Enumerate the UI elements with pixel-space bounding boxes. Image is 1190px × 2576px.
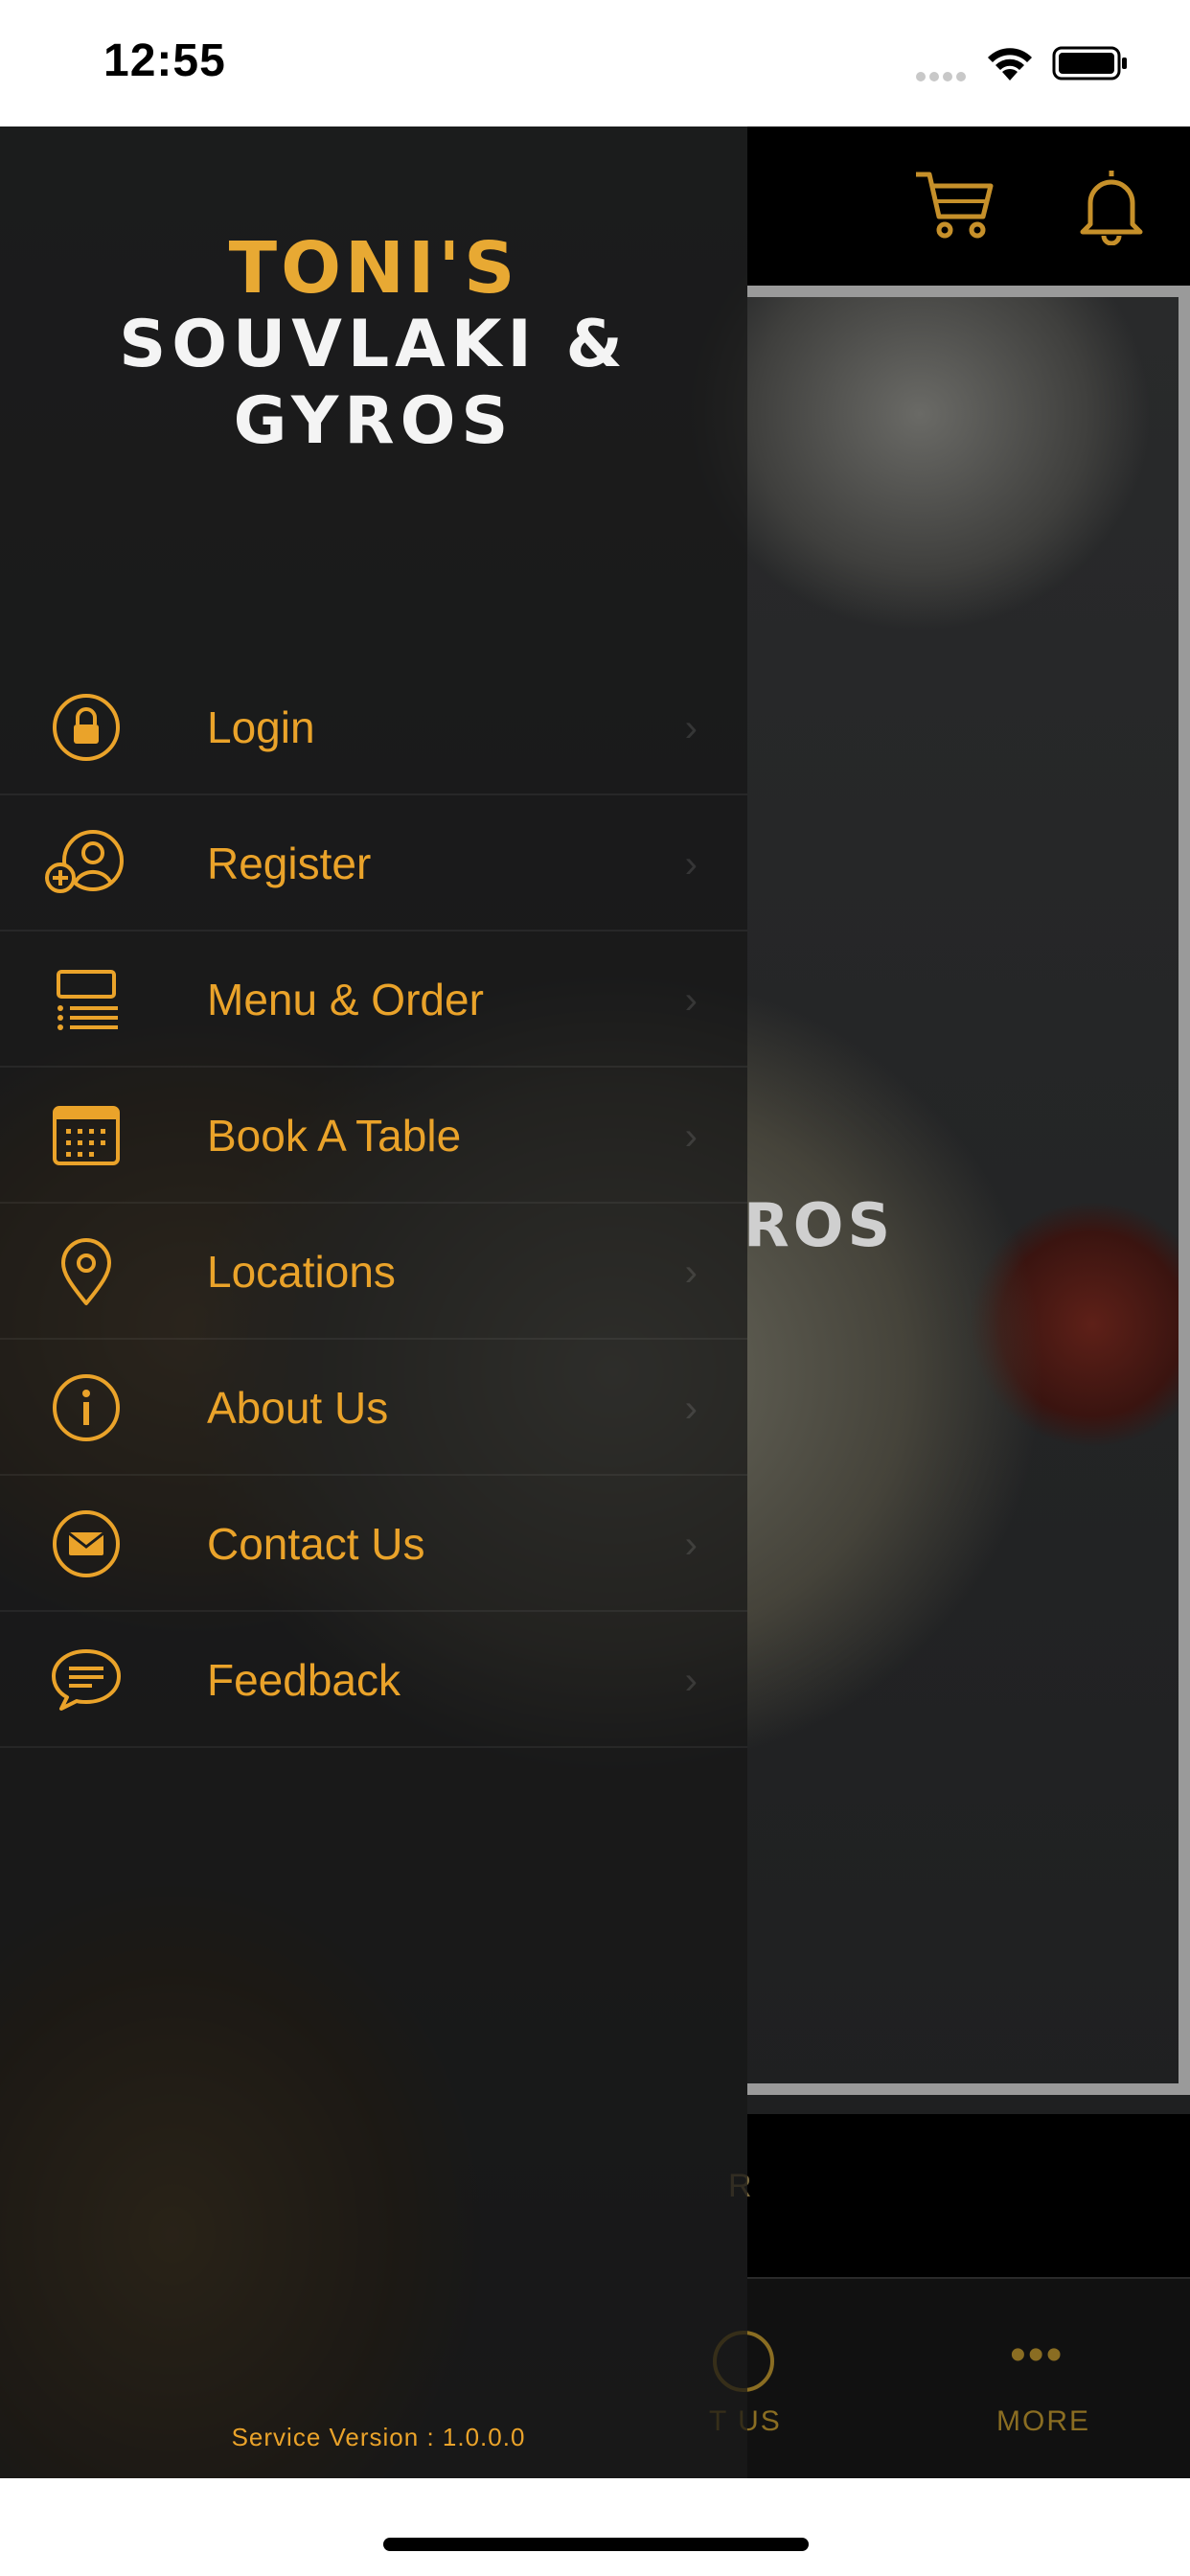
status-time: 12:55 — [103, 35, 226, 86]
chevron-right-icon: › — [684, 1660, 698, 1702]
bottom-tab-bar — [747, 2277, 1190, 2478]
menu-item-feedback[interactable]: Feedback › — [0, 1612, 747, 1748]
brand-line-1: TONI'S — [228, 227, 519, 310]
add-user-icon — [42, 828, 130, 899]
menu-item-book-table[interactable]: Book A Table › — [0, 1068, 747, 1204]
brand-logo: TONI'S SOUVLAKI & GYROS — [0, 230, 747, 460]
menu-item-register[interactable]: Register › — [0, 795, 747, 932]
menu-item-label: Contact Us — [207, 1519, 425, 1569]
mail-icon — [42, 1508, 130, 1579]
chevron-right-icon: › — [684, 1116, 698, 1158]
status-bar: 12:55 — [0, 0, 1190, 126]
wifi-icon — [985, 44, 1035, 87]
menu-item-locations[interactable]: Locations › — [0, 1204, 747, 1340]
chevron-right-icon: › — [684, 1252, 698, 1294]
service-version: Service Version : 1.0.0.0 — [231, 2423, 526, 2451]
chevron-right-icon: › — [684, 979, 698, 1022]
menu-item-contact-us[interactable]: Contact Us › — [0, 1476, 747, 1612]
menu-item-label: Register — [207, 839, 372, 888]
home-indicator-area — [0, 2478, 1190, 2576]
tab-more-label[interactable]: MORE — [996, 2405, 1090, 2438]
menu-list-icon — [42, 964, 130, 1035]
lock-icon — [42, 692, 130, 763]
chat-icon — [42, 1644, 130, 1715]
menu-item-label: Login — [207, 702, 315, 752]
menu-item-label: Book A Table — [207, 1111, 462, 1161]
notification-bell-icon[interactable] — [1073, 165, 1150, 246]
side-drawer: TONI'S SOUVLAKI & GYROS Login › Register… — [0, 126, 747, 2478]
menu-item-label: About Us — [207, 1383, 389, 1433]
cart-icon[interactable] — [912, 167, 996, 243]
battery-icon — [1052, 44, 1129, 87]
menu-item-label: Locations — [207, 1247, 396, 1297]
chevron-right-icon: › — [684, 1388, 698, 1430]
menu-item-label: Menu & Order — [207, 975, 484, 1024]
drawer-menu: Login › Register › Menu & Order › Book A… — [0, 659, 747, 1748]
cellular-signal-icon — [916, 69, 973, 81]
menu-item-label: Feedback — [207, 1655, 401, 1705]
home-indicator[interactable] — [383, 2538, 809, 2551]
more-dots-icon[interactable]: ••• — [1010, 2333, 1064, 2379]
order-bar[interactable] — [747, 2114, 1190, 2277]
menu-item-menu-order[interactable]: Menu & Order › — [0, 932, 747, 1068]
menu-item-about-us[interactable]: About Us › — [0, 1340, 747, 1476]
chevron-right-icon: › — [684, 843, 698, 886]
info-icon — [42, 1372, 130, 1443]
brand-line-2: SOUVLAKI & GYROS — [119, 307, 629, 459]
chevron-right-icon: › — [684, 707, 698, 749]
chevron-right-icon: › — [684, 1524, 698, 1566]
location-pin-icon — [42, 1236, 130, 1307]
background-logo-fragment: ROS — [744, 1190, 895, 1260]
menu-item-login[interactable]: Login › — [0, 659, 747, 795]
app-screen: ROS R T US ••• MORE TONI'S SOUVLAKI & GY… — [0, 126, 1190, 2478]
calendar-icon — [42, 1100, 130, 1171]
